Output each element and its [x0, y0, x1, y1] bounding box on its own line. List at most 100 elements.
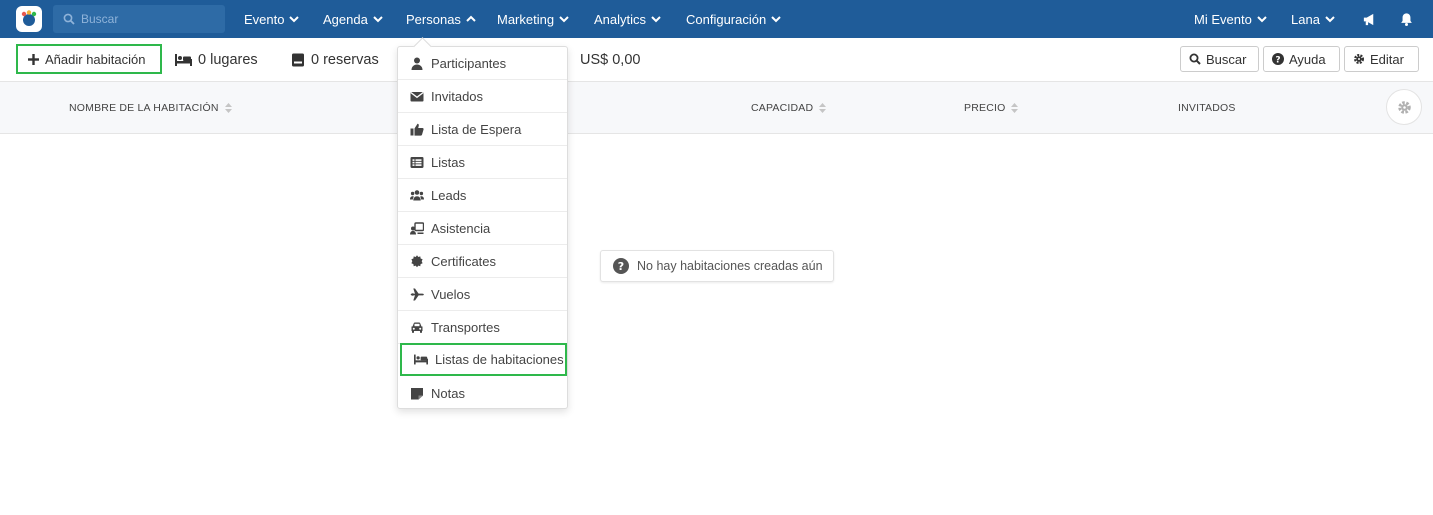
menu-item-label: Certificates: [431, 253, 497, 269]
add-room-label: Añadir habitación: [45, 51, 146, 67]
notifications-button[interactable]: [1394, 0, 1414, 38]
sort-icon: [819, 103, 827, 113]
nav-marketing[interactable]: Marketing: [497, 0, 569, 38]
menu-item-label: Notas: [431, 386, 465, 401]
reservations-count: 0 reservas: [311, 52, 379, 68]
menu-item-invitados[interactable]: Invitados: [398, 80, 567, 113]
menu-item-transportes[interactable]: Transportes: [398, 311, 567, 344]
column-label: INVITADOS: [1178, 102, 1236, 114]
nav-agenda[interactable]: Agenda: [323, 0, 383, 38]
menu-item-label: Lista de Espera: [431, 121, 522, 137]
reservations-stat: 0 reservas: [291, 38, 379, 82]
personas-dropdown-menu: Participantes Invitados Lista de Espera …: [397, 46, 568, 409]
chevron-down-icon: [559, 16, 569, 23]
table-header: NOMBRE DE LA HABITACIÓN CAPACIDAD PRECIO…: [0, 82, 1433, 134]
global-search-input[interactable]: [81, 12, 211, 26]
nav-label: Analytics: [594, 11, 647, 27]
top-navbar: Evento Agenda Personas Marketing Analyti…: [0, 0, 1433, 38]
empty-state-message: ? No hay habitaciones creadas aún: [600, 250, 834, 282]
bed-icon: [175, 54, 192, 66]
amount-value: US$ 0,00: [580, 52, 641, 68]
menu-item-lista-de-espera[interactable]: Lista de Espera: [398, 113, 567, 146]
page-toolbar: Añadir habitación 0 lugares 0 reservas U…: [0, 38, 1433, 82]
list-icon: [410, 156, 424, 168]
question-circle-icon: ?: [1272, 53, 1284, 65]
sort-icon: [224, 103, 232, 113]
chevron-down-icon: [1325, 16, 1335, 23]
table-settings-button[interactable]: [1386, 89, 1422, 125]
menu-item-listas-de-habitaciones[interactable]: Listas de habitaciones: [400, 343, 567, 376]
nav-configuracion[interactable]: Configuración: [686, 0, 781, 38]
nav-personas[interactable]: Personas: [406, 0, 476, 38]
menu-item-label: Leads: [431, 187, 467, 203]
question-circle-icon: ?: [613, 258, 629, 274]
column-label: CAPACIDAD: [751, 102, 814, 114]
plane-icon: [410, 288, 424, 300]
menu-item-label: Transportes: [431, 319, 500, 335]
column-price[interactable]: PRECIO: [964, 82, 1019, 134]
column-room-name[interactable]: NOMBRE DE LA HABITACIÓN: [69, 82, 232, 134]
thumbs-up-icon: [410, 123, 424, 136]
bell-icon: [1401, 12, 1412, 26]
search-icon: [1189, 53, 1201, 65]
menu-item-label: Asistencia: [431, 220, 491, 236]
search-button-label: Buscar: [1206, 51, 1247, 67]
bed-icon: [414, 354, 428, 365]
search-button[interactable]: Buscar: [1180, 46, 1259, 72]
chevron-down-icon: [289, 16, 300, 23]
add-room-button[interactable]: Añadir habitación: [16, 44, 162, 74]
announcements-button[interactable]: [1357, 0, 1377, 38]
chevron-down-icon: [771, 16, 781, 23]
menu-item-vuelos[interactable]: Vuelos: [398, 278, 567, 311]
edit-button[interactable]: Editar: [1344, 46, 1419, 72]
nav-analytics[interactable]: Analytics: [594, 0, 661, 38]
chevron-down-icon: [373, 16, 383, 23]
gear-icon: [1354, 54, 1364, 64]
menu-item-listas[interactable]: Listas: [398, 146, 567, 179]
certificate-icon: [411, 254, 423, 267]
book-icon: [292, 53, 304, 67]
menu-item-label: Listas: [431, 154, 465, 170]
edit-button-label: Editar: [1370, 51, 1404, 67]
chevron-up-icon: [466, 15, 476, 22]
global-search[interactable]: [53, 5, 225, 33]
menu-item-notas[interactable]: Notas: [398, 377, 567, 410]
nav-label: Configuración: [686, 11, 767, 27]
envelope-icon: [410, 91, 424, 101]
column-capacity[interactable]: CAPACIDAD: [751, 82, 827, 134]
nav-evento[interactable]: Evento: [244, 0, 300, 38]
menu-item-certificates[interactable]: Certificates: [398, 245, 567, 278]
svg-text:?: ?: [618, 260, 624, 273]
menu-item-leads[interactable]: Leads: [398, 179, 567, 212]
event-selector[interactable]: Mi Evento: [1194, 0, 1267, 38]
megaphone-icon: [1363, 13, 1374, 25]
users-icon: [410, 189, 424, 200]
user-icon: [411, 57, 423, 70]
places-stat: 0 lugares: [175, 38, 258, 82]
nav-label: Agenda: [323, 11, 368, 27]
help-button[interactable]: ? Ayuda: [1263, 46, 1340, 72]
menu-item-label: Participantes: [431, 55, 507, 71]
nav-label: Personas: [406, 11, 461, 27]
places-count: 0 lugares: [198, 52, 258, 68]
empty-state-text: No hay habitaciones creadas aún: [637, 259, 823, 273]
menu-item-label: Vuelos: [431, 286, 471, 302]
menu-item-participantes[interactable]: Participantes: [398, 47, 567, 80]
sort-icon: [1011, 103, 1019, 113]
note-icon: [411, 388, 423, 400]
chevron-down-icon: [1257, 16, 1267, 23]
app-logo[interactable]: [16, 6, 42, 32]
event-selector-label: Mi Evento: [1194, 11, 1252, 27]
help-button-label: Ayuda: [1289, 51, 1326, 67]
car-icon: [411, 322, 423, 333]
column-guests: INVITADOS: [1178, 82, 1236, 134]
menu-item-asistencia[interactable]: Asistencia: [398, 212, 567, 245]
plus-icon: [28, 53, 39, 65]
checkin-icon: [410, 221, 424, 234]
amount-stat: US$ 0,00: [580, 38, 640, 82]
column-label: NOMBRE DE LA HABITACIÓN: [69, 102, 219, 114]
user-menu[interactable]: Lana: [1291, 0, 1335, 38]
logo-icon: [21, 10, 37, 26]
user-menu-label: Lana: [1291, 11, 1320, 27]
svg-text:?: ?: [1275, 55, 1280, 65]
